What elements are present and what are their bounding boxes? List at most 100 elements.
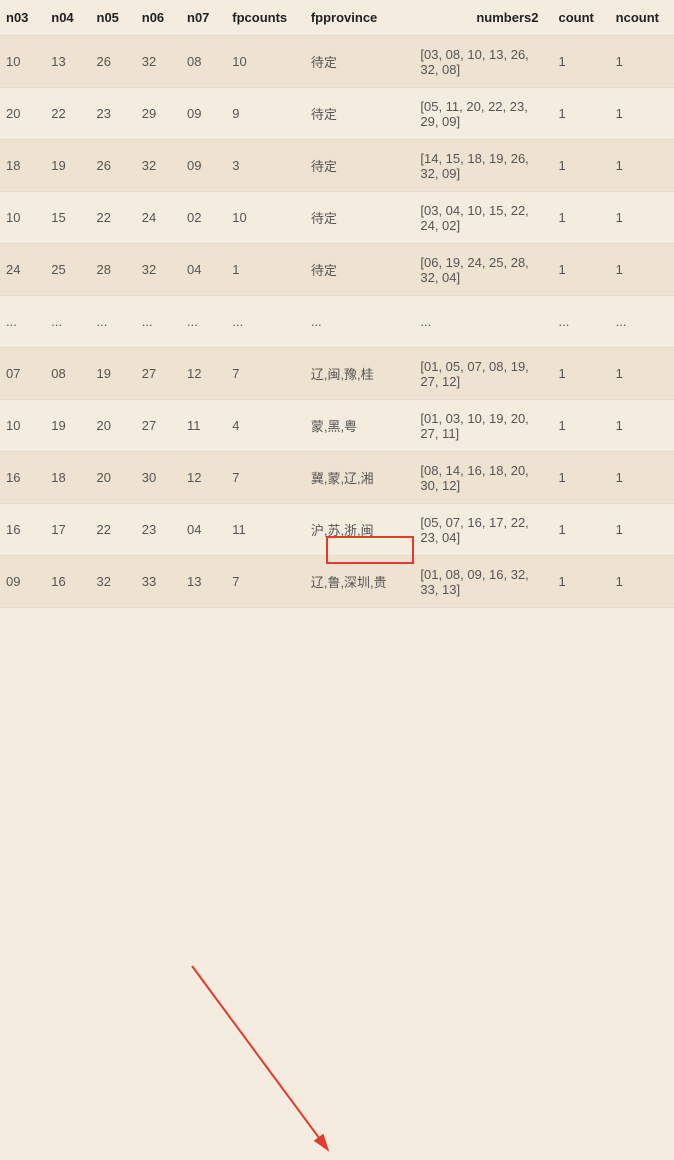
col-fpprovince: fpprovince [305,0,415,36]
cell-fpprovince: 辽,鲁,深圳,贵 [305,556,415,608]
cell-n07: 02 [181,192,226,244]
cell-n05: 32 [91,556,136,608]
cell-numbers2: [03, 08, 10, 13, 26, 32, 08] [414,36,552,88]
annotation-arrow [0,608,674,1160]
cell-numbers2: [06, 19, 24, 25, 28, 32, 04] [414,244,552,296]
cell-numbers2: ... [414,296,552,348]
cell-fpprovince: 沪,苏,浙,闽 [305,504,415,556]
cell-n03: 09 [0,556,45,608]
cell-ncount: 1 [610,348,674,400]
cell-count: 1 [553,88,610,140]
cell-n03: 16 [0,452,45,504]
cell-numbers2: [03, 04, 10, 15, 22, 24, 02] [414,192,552,244]
col-n05: n05 [91,0,136,36]
cell-count: 1 [553,36,610,88]
col-n07: n07 [181,0,226,36]
col-n06: n06 [136,0,181,36]
table-body: 101326320810待定[03, 08, 10, 13, 26, 32, 0… [0,36,674,608]
cell-ncount: 1 [610,36,674,88]
cell-fpprovince: 蒙,黑,粤 [305,400,415,452]
cell-n04: 22 [45,88,90,140]
cell-fpprovince: ... [305,296,415,348]
cell-ncount: ... [610,296,674,348]
cell-fpcounts: 7 [226,556,305,608]
table-row: 101522240210待定[03, 04, 10, 15, 22, 24, 0… [0,192,674,244]
cell-count: ... [553,296,610,348]
cell-ncount: 1 [610,244,674,296]
cell-n07: 12 [181,452,226,504]
table-row: 161722230411沪,苏,浙,闽[05, 07, 16, 17, 22, … [0,504,674,556]
cell-fpcounts: 1 [226,244,305,296]
cell-n06: 27 [136,400,181,452]
cell-n05: 28 [91,244,136,296]
cell-n06: 29 [136,88,181,140]
cell-n04: 19 [45,140,90,192]
col-numbers2: numbers2 [414,0,552,36]
cell-n04: 13 [45,36,90,88]
cell-fpcounts: 3 [226,140,305,192]
cell-n03: 20 [0,88,45,140]
cell-fpprovince: 辽,闽,豫,桂 [305,348,415,400]
cell-fpcounts: ... [226,296,305,348]
cell-n06: ... [136,296,181,348]
cell-n07: 08 [181,36,226,88]
cell-n07: 04 [181,504,226,556]
cell-n05: ... [91,296,136,348]
cell-count: 1 [553,556,610,608]
cell-ncount: 1 [610,192,674,244]
cell-ncount: 1 [610,556,674,608]
cell-count: 1 [553,452,610,504]
cell-fpcounts: 10 [226,192,305,244]
cell-n03: 10 [0,36,45,88]
cell-n05: 22 [91,504,136,556]
cell-numbers2: [01, 05, 07, 08, 19, 27, 12] [414,348,552,400]
cell-count: 1 [553,192,610,244]
table-row: 20222329099待定[05, 11, 20, 22, 23, 29, 09… [0,88,674,140]
cell-n05: 26 [91,36,136,88]
col-fpcounts: fpcounts [226,0,305,36]
col-count: count [553,0,610,36]
cell-n06: 33 [136,556,181,608]
cell-n07: 11 [181,400,226,452]
cell-ncount: 1 [610,140,674,192]
table-header: n03 n04 n05 n06 n07 fpcounts fpprovince … [0,0,674,36]
table-row: 10192027114蒙,黑,粤[01, 03, 10, 19, 20, 27,… [0,400,674,452]
cell-count: 1 [553,400,610,452]
cell-ncount: 1 [610,504,674,556]
cell-numbers2: [01, 08, 09, 16, 32, 33, 13] [414,556,552,608]
cell-ncount: 1 [610,88,674,140]
cell-fpcounts: 9 [226,88,305,140]
cell-n04: 25 [45,244,90,296]
cell-n03: 07 [0,348,45,400]
col-n03: n03 [0,0,45,36]
cell-count: 1 [553,504,610,556]
cell-n06: 24 [136,192,181,244]
cell-n06: 32 [136,140,181,192]
cell-ncount: 1 [610,400,674,452]
table-row: 24252832041待定[06, 19, 24, 25, 28, 32, 04… [0,244,674,296]
cell-n05: 20 [91,400,136,452]
col-n04: n04 [45,0,90,36]
cell-n06: 32 [136,244,181,296]
table-row: 09163233137辽,鲁,深圳,贵[01, 08, 09, 16, 32, … [0,556,674,608]
table-row: 16182030127冀,蒙,辽,湘[08, 14, 16, 18, 20, 3… [0,452,674,504]
cell-n06: 32 [136,36,181,88]
cell-fpcounts: 4 [226,400,305,452]
cell-n04: 17 [45,504,90,556]
cell-fpprovince: 待定 [305,36,415,88]
cell-n03: 24 [0,244,45,296]
cell-n05: 22 [91,192,136,244]
data-table: n03 n04 n05 n06 n07 fpcounts fpprovince … [0,0,674,608]
cell-n05: 19 [91,348,136,400]
cell-n06: 30 [136,452,181,504]
cell-count: 1 [553,244,610,296]
cell-n04: ... [45,296,90,348]
table-row: .............................. [0,296,674,348]
cell-numbers2: [01, 03, 10, 19, 20, 27, 11] [414,400,552,452]
cell-fpcounts: 11 [226,504,305,556]
cell-n07: ... [181,296,226,348]
cell-n03: 10 [0,400,45,452]
cell-n04: 15 [45,192,90,244]
cell-n07: 12 [181,348,226,400]
cell-fpprovince: 待定 [305,244,415,296]
